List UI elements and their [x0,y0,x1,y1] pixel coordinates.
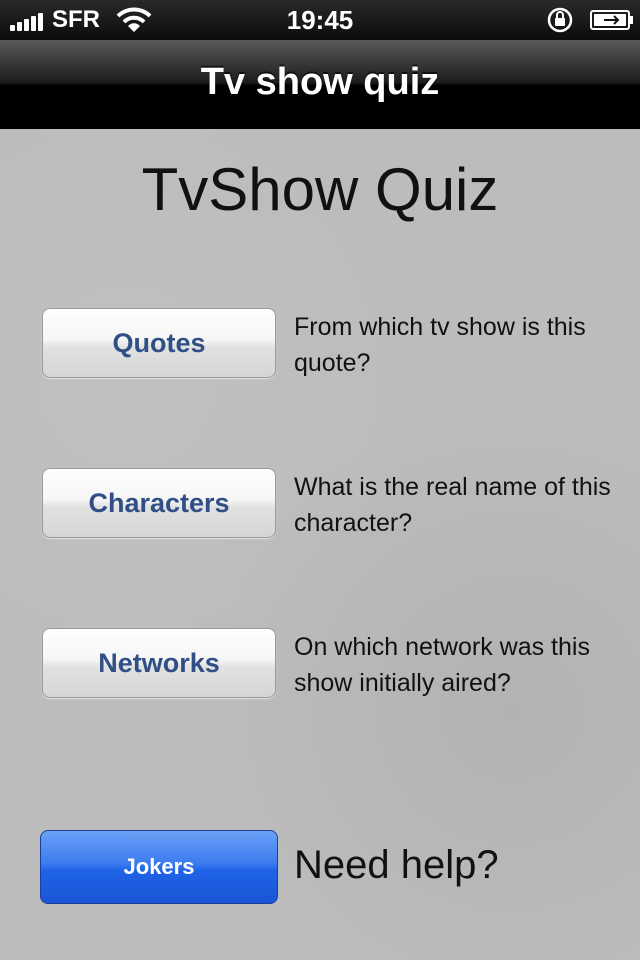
rotation-lock-icon [546,6,574,39]
networks-button[interactable]: Networks [42,628,276,698]
page-title: TvShow Quiz [141,156,499,223]
status-bar: SFR 19:45 [0,0,640,40]
nav-title: Tv show quiz [200,61,440,103]
characters-button[interactable]: Characters [42,468,276,538]
need-help-text: Need help? [294,843,499,887]
quotes-description: From which tv show is this quote? [294,313,586,377]
characters-description: What is the real name of this character? [294,473,611,537]
battery-icon [590,10,634,35]
jokers-button[interactable]: Jokers [40,830,278,904]
navigation-bar: Tv show quiz [0,40,640,129]
quotes-button[interactable]: Quotes [42,308,276,378]
status-time: 19:45 [286,5,354,35]
main-content: TvShow Quiz Quotes From which tv show is… [0,129,640,960]
networks-description: On which network was this show initially… [294,633,590,697]
